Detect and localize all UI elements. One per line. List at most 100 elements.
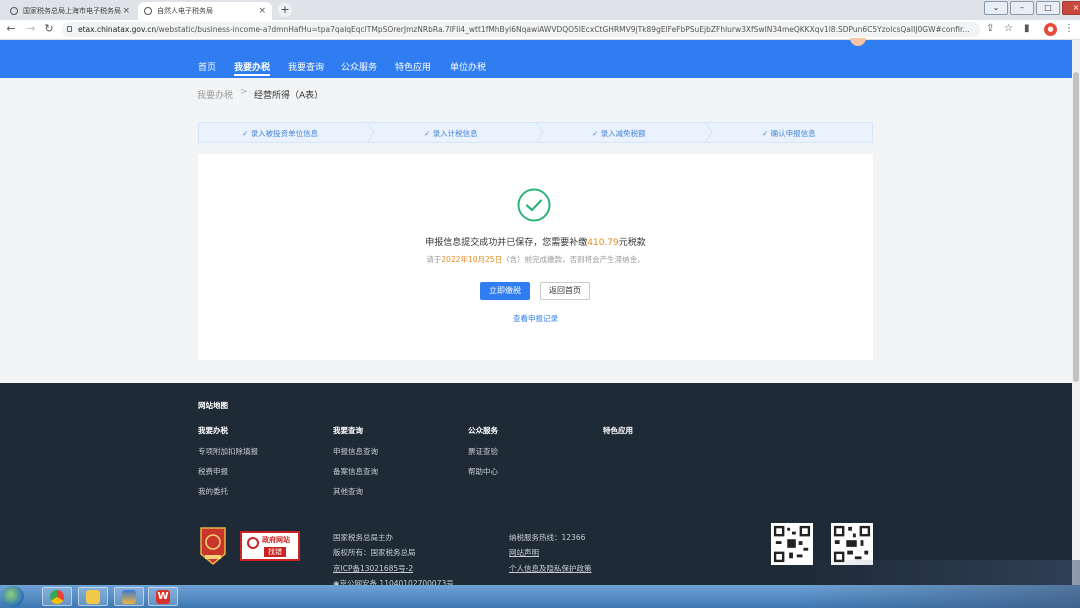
forward-arrow-icon[interactable]: → <box>24 22 38 35</box>
step-divider-icon <box>536 122 544 143</box>
checkmark-icon: ✓ <box>242 129 251 138</box>
nav-query[interactable]: 我要查询 <box>288 60 324 73</box>
gov-badge-title: 政府网站 <box>262 536 290 544</box>
step-2: ✓ 录入计税信息 <box>424 128 478 139</box>
footer-sponsor: 国家税务总局主办 <box>333 533 393 542</box>
footer-col-title: 特色应用 <box>603 426 633 435</box>
gov-website-error-report-badge[interactable]: 政府网站 找错 <box>240 531 300 561</box>
taskbar-chrome-button[interactable] <box>42 587 72 606</box>
back-arrow-icon[interactable]: ← <box>4 22 18 35</box>
browser-tab-shanghai-etax[interactable]: 国家税务总局上海市电子税务局 × <box>4 2 136 20</box>
step-label: 录入计税信息 <box>432 129 478 138</box>
step-divider-icon <box>705 122 713 143</box>
success-check-icon <box>517 188 551 222</box>
bookmark-star-icon[interactable]: ☆ <box>1004 23 1013 34</box>
chrome-icon <box>50 590 64 604</box>
footer-link-declaration-query[interactable]: 申报信息查询 <box>333 446 378 457</box>
new-tab-button[interactable]: + <box>278 3 292 17</box>
tab-close-icon[interactable]: × <box>122 6 130 16</box>
checkmark-icon: ✓ <box>762 129 771 138</box>
window-controls: ⌄ – □ × <box>984 1 1080 15</box>
close-window-icon[interactable]: × <box>1062 1 1080 15</box>
footer-link-invoice-check[interactable]: 票证查验 <box>468 446 498 457</box>
notice-prefix: 请于 <box>426 255 442 264</box>
watermark-overlay <box>800 560 1080 608</box>
footer-copyright: 版权所有：国家税务总局 <box>333 548 416 557</box>
reload-icon[interactable]: ↻ <box>42 22 56 35</box>
chevron-down-icon[interactable]: ⌄ <box>984 1 1008 15</box>
browser-tab-personal-etax[interactable]: 自然人电子税务局 × <box>138 2 272 20</box>
sitemap-title: 网站地图 <box>198 401 228 410</box>
minimize-icon[interactable]: – <box>1010 1 1034 15</box>
start-button[interactable] <box>2 586 24 607</box>
address-field[interactable]: etax.chinatax.gov.cn/webstatic/business-… <box>62 22 980 37</box>
wps-office-icon: W <box>156 590 170 604</box>
footer-link-my-delegation[interactable]: 我的委托 <box>198 486 228 497</box>
taskbar-wps-button[interactable]: W <box>148 587 178 606</box>
footer-link-tax-declaration[interactable]: 税费申报 <box>198 466 228 477</box>
menu-kebab-icon[interactable]: ⋮ <box>1064 23 1074 34</box>
footer-link-other-query[interactable]: 其他查询 <box>333 486 363 497</box>
party-emblem-logo <box>200 527 226 565</box>
step-label: 录入减免税额 <box>600 129 646 138</box>
footer-link-filing-query[interactable]: 备案信息查询 <box>333 466 378 477</box>
folder-icon <box>86 590 100 604</box>
footer-privacy-policy-link[interactable]: 个人信息及隐私保护政策 <box>509 563 592 574</box>
taskbar-app-button[interactable] <box>114 587 144 606</box>
checkmark-icon: ✓ <box>424 129 433 138</box>
footer-icp-link[interactable]: 京ICP备13021685号-2 <box>333 563 413 574</box>
gov-badge-action: 找错 <box>264 547 286 557</box>
view-records-link-text[interactable]: 查看申报记录 <box>513 314 558 323</box>
qr-code-icon <box>831 523 873 565</box>
scrollbar-thumb[interactable] <box>1073 72 1079 382</box>
due-date: 2022年10月25日 <box>441 255 503 264</box>
pay-now-button[interactable]: 立即缴税 <box>480 282 530 300</box>
nav-featured-apps[interactable]: 特色应用 <box>395 60 431 73</box>
url-path: /webstatic/business-income-a?dmnHafHu=tp… <box>156 25 970 34</box>
due-date-notice: 请于2022年10月25日（含）前完成缴款，否则将会产生滞纳金。 <box>198 254 873 265</box>
breadcrumb-parent[interactable]: 我要办税 <box>197 88 233 101</box>
site-header <box>0 40 1072 78</box>
magnifier-icon <box>247 537 259 549</box>
url-host: etax.chinatax.gov.cn <box>78 25 157 34</box>
app-icon <box>122 590 136 604</box>
step-1: ✓ 录入被投资单位信息 <box>242 128 318 139</box>
footer-hotline: 纳税服务热线：12366 <box>509 533 586 542</box>
nav-unit-tax[interactable]: 单位办税 <box>450 60 486 73</box>
lock-icon <box>67 26 72 32</box>
step-3: ✓ 录入减免税额 <box>592 128 646 139</box>
footer-col-title: 我要查询 <box>333 426 363 435</box>
footer-site-statement-link[interactable]: 网站声明 <box>509 547 539 558</box>
result-message-prefix: 申报信息提交成功并已保存，您需要补缴 <box>425 238 588 248</box>
step-label: 录入被投资单位信息 <box>250 129 319 138</box>
nav-public-service[interactable]: 公众服务 <box>341 60 377 73</box>
maximize-icon[interactable]: □ <box>1036 1 1060 15</box>
tab-title: 国家税务总局上海市电子税务局 <box>23 7 121 15</box>
nav-home[interactable]: 首页 <box>198 60 216 73</box>
result-message: 申报信息提交成功并已保存，您需要补缴410.79元税款 <box>198 235 873 248</box>
checkmark-icon: ✓ <box>592 129 601 138</box>
tab-close-icon[interactable]: × <box>258 6 266 16</box>
view-records-link: 查看申报记录 <box>198 313 873 324</box>
step-label: 确认申报信息 <box>770 129 816 138</box>
taskbar-explorer-button[interactable] <box>78 587 108 606</box>
back-home-button[interactable]: 返回首页 <box>540 282 590 300</box>
breadcrumb-separator: > <box>240 87 248 97</box>
result-message-suffix: 元税款 <box>618 238 646 248</box>
footer-link-special-deduction[interactable]: 专项附加扣除填报 <box>198 446 258 457</box>
footer-link-help-center[interactable]: 帮助中心 <box>468 466 498 477</box>
tab-title: 自然人电子税务局 <box>157 7 213 15</box>
share-icon[interactable]: ⇪ <box>986 23 994 34</box>
profile-avatar-icon[interactable]: ● <box>1044 23 1057 36</box>
step-divider-icon <box>367 122 375 143</box>
tax-due-amount: 410.79 <box>587 238 619 248</box>
nav-tax-handling[interactable]: 我要办税 <box>234 60 270 73</box>
step-4: ✓ 确认申报信息 <box>762 128 816 139</box>
nav-active-indicator <box>234 74 270 76</box>
footer-col-title: 我要办税 <box>198 426 228 435</box>
notice-suffix: （含）前完成缴款，否则将会产生滞纳金。 <box>502 255 645 264</box>
qr-code-icon <box>771 523 813 565</box>
breadcrumb-current: 经营所得（A表） <box>254 91 324 101</box>
side-panel-icon[interactable]: ▮ <box>1024 23 1030 34</box>
globe-icon <box>10 7 18 15</box>
